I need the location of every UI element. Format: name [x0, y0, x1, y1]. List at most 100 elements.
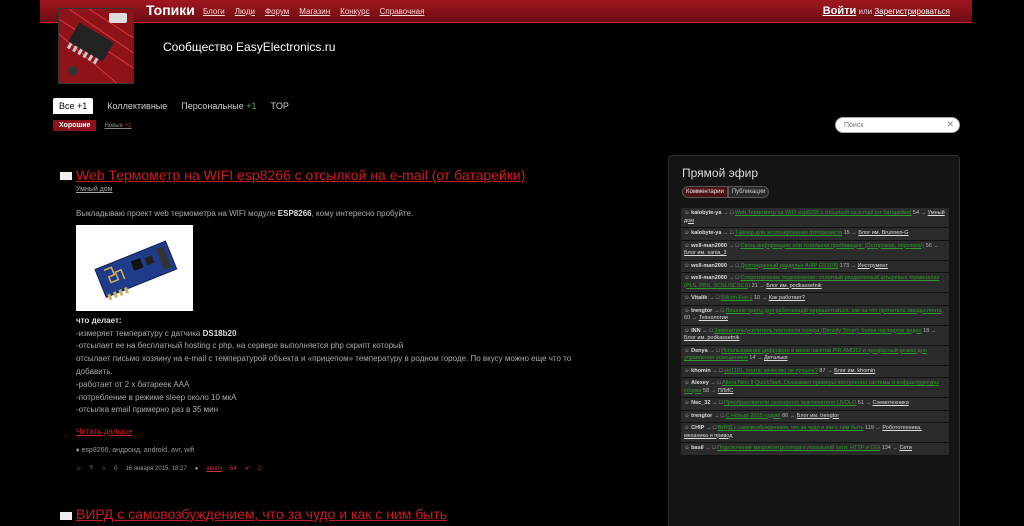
- feed-user[interactable]: Alexey: [691, 380, 709, 386]
- feed-blog[interactable]: Инструмент: [858, 263, 888, 269]
- tags-list[interactable]: esp8266, андроид, android, avr, wifi: [82, 447, 195, 454]
- post-author[interactable]: alexhi: [206, 466, 222, 472]
- favorite-icon[interactable]: ☆: [101, 465, 106, 472]
- comments-count[interactable]: 2: [258, 466, 261, 472]
- tab-all[interactable]: Все +1: [53, 98, 94, 114]
- feed-blog[interactable]: Детальки: [764, 355, 788, 361]
- tab-collective[interactable]: Коллективные: [107, 101, 167, 111]
- feed-topic[interactable]: Преобразователи сенсорного выключателя L…: [724, 400, 856, 406]
- feed-item[interactable]: ☺ basil → □ Подключение микроконтроллера…: [681, 443, 949, 456]
- subtab-new[interactable]: Новые +1: [104, 123, 131, 129]
- nav-forum[interactable]: Форум: [265, 7, 289, 16]
- nav-contest[interactable]: Конкурс: [340, 7, 369, 16]
- feed-topic[interactable]: Долгожданный раздельн A-8P GS1100: [740, 263, 838, 269]
- feed-blog[interactable]: Блог им. sania_3: [684, 250, 727, 256]
- feed-user[interactable]: kalobyte-ya: [691, 230, 721, 236]
- feed-blog[interactable]: Как работает?: [769, 295, 805, 301]
- feed-topic[interactable]: Связь информацию или тотальная пробиваци…: [740, 243, 924, 249]
- tab-publications[interactable]: Публикации: [727, 186, 770, 198]
- auth-or-text: или: [858, 7, 873, 16]
- post-intro-end: , кому интересно пробуйте.: [311, 209, 414, 218]
- search-clear-icon[interactable]: ✕: [946, 119, 954, 130]
- feed-topic[interactable]: Подключение микроконтроллера к локальной…: [717, 445, 880, 451]
- feed-item[interactable]: ☺ kalobyte-ya → □ Web Термометр на WIFI …: [681, 208, 949, 228]
- feed-topic[interactable]: Silicon Fun 1: [721, 295, 753, 301]
- feed-item[interactable]: ☺ Denya → □ Использование цифрового в ме…: [681, 345, 949, 366]
- post-title[interactable]: Web Термометр на WIFI esp8266 с отсылкой…: [76, 167, 525, 183]
- nav-shop[interactable]: Магазин: [299, 7, 330, 16]
- arrow-icon: → □: [712, 412, 726, 419]
- post-tags: ♦ esp8266, андроид, android, avr, wifi: [76, 447, 194, 454]
- feed-blog[interactable]: Блог им. khomin: [834, 368, 875, 374]
- feed-blog[interactable]: Блог им. podkassetnik: [684, 335, 739, 341]
- feed-topic[interactable]: ВИРД с самовозбуждением, что за чудо и к…: [718, 425, 864, 431]
- feed-blog[interactable]: ПЛИС: [718, 388, 734, 394]
- subtab-new-label: Новые: [104, 122, 123, 129]
- feed-user[interactable]: Vitalik: [691, 295, 707, 301]
- nav-brand-topics[interactable]: Топики: [146, 2, 195, 18]
- top-nav-bar: Топики Блоги Люди Форум Магазин Конкурс …: [40, 0, 972, 23]
- feed-user[interactable]: kalobyte-ya: [691, 210, 721, 216]
- feed-item[interactable]: ☺ INN → □ Заменитель/усилитель плотности…: [681, 325, 949, 346]
- search-input[interactable]: [844, 118, 944, 132]
- feed-item[interactable]: ☺ well-man2000 → □ Сопротивление подключ…: [681, 273, 949, 293]
- feed-item[interactable]: ☺ CHIP → □ ВИРД с самовозбуждением, что …: [681, 423, 949, 443]
- feed-item[interactable]: ☺ Nec_32 → □ Преобразователи сенсорного …: [681, 398, 949, 411]
- feed-topic[interactable]: Лишние приты для работающий перешептатьс…: [726, 308, 942, 314]
- tab-top[interactable]: TOP: [271, 101, 289, 111]
- feed-blog[interactable]: Технологии: [699, 315, 728, 321]
- feed-user[interactable]: Nec_32: [691, 400, 710, 406]
- feed-topic[interactable]: С Новым 2015 годом!: [726, 413, 781, 419]
- feed-item[interactable]: ☺ well-man2000 → □ Долгожданный раздельн…: [681, 260, 949, 273]
- feed-item[interactable]: ☺ Alexey → □ Altera Nios II QuickStart. …: [681, 378, 949, 398]
- login-link[interactable]: Войти: [823, 5, 857, 17]
- feed-user[interactable]: trengtor: [691, 308, 712, 314]
- feed-topic[interactable]: Использование цифрового в меню пакетов P…: [684, 348, 927, 362]
- feed-blog[interactable]: Схемотехника: [872, 400, 908, 406]
- feed-item[interactable]: ☺ Vitalik → □ Silicon Fun 1 10 → Как раб…: [681, 293, 949, 306]
- feed-user[interactable]: INN: [691, 328, 700, 334]
- nav-blogs[interactable]: Блоги: [203, 7, 225, 16]
- tab-personal-count: +1: [246, 101, 257, 111]
- arrow-icon: → □: [704, 425, 718, 431]
- esp8266-module-image[interactable]: [76, 224, 193, 311]
- feed-blog[interactable]: Блог им. trengtor: [797, 413, 839, 419]
- feed-user[interactable]: Denya: [691, 348, 708, 354]
- feed-item[interactable]: ☺ trengtor → □ Лишние приты для работающ…: [681, 305, 949, 326]
- nav-reference[interactable]: Справочная: [380, 7, 425, 16]
- feed-user[interactable]: well-man2000: [691, 275, 727, 281]
- feed-item[interactable]: ☺ kalobyte-ya → □ Таймер для экспонирова…: [681, 228, 949, 241]
- tab-personal[interactable]: Персональные +1: [181, 101, 256, 111]
- arrow-icon: →: [760, 295, 769, 301]
- feed-topic[interactable]: Web Термометр на WIFI esp8266 с отсылкой…: [735, 210, 912, 216]
- arrow-icon: → □: [708, 380, 723, 386]
- post2-title[interactable]: ВИРД с самовозбуждением, что за чудо и к…: [76, 506, 447, 522]
- subtab-good[interactable]: Хорошие: [53, 120, 97, 131]
- comments-icon[interactable]: ✔: [245, 465, 250, 472]
- vote-icon[interactable]: ☆: [76, 465, 81, 472]
- feed-user[interactable]: well-man2000: [691, 243, 727, 249]
- post-blog-link[interactable]: Умный дом: [76, 186, 113, 193]
- site-logo[interactable]: [58, 8, 134, 84]
- feed-user[interactable]: CHIP: [691, 425, 704, 431]
- arrow-icon: →: [709, 387, 718, 394]
- feed-blog[interactable]: Блог им. Brunnen-G: [858, 230, 908, 236]
- nav-people[interactable]: Люди: [235, 7, 255, 16]
- feed-topic[interactable]: Заменитель/усилитель плотности тонера (D…: [714, 328, 922, 334]
- feed-item[interactable]: ☺ well-man2000 → □ Связь информацию или …: [681, 240, 949, 261]
- feed-item[interactable]: ☺ trengtor → □ С Новым 2015 годом! 86 → …: [681, 410, 949, 423]
- line1-sensor: DS18b20: [202, 328, 237, 338]
- feed-item[interactable]: ☺ khomin → □ stc1101, плата: качество не…: [681, 365, 949, 378]
- feed-blog[interactable]: Блог им. podkassetnik: [766, 283, 821, 289]
- tab-comments[interactable]: Комментарии: [682, 186, 728, 198]
- feed-user[interactable]: khomin: [691, 368, 711, 374]
- feed-user[interactable]: trengtor: [691, 413, 712, 419]
- post-votes: 54: [230, 465, 237, 472]
- feed-topic[interactable]: stc1101, плата: качество не лучшее?: [724, 368, 818, 374]
- register-link[interactable]: Зарегистрироваться: [874, 7, 950, 16]
- read-more-link[interactable]: Читать дальше: [76, 427, 133, 436]
- feed-topic[interactable]: Таймер для экспонирования фоторезиста: [735, 230, 842, 236]
- feed-user[interactable]: well-man2000: [691, 263, 727, 269]
- feed-user[interactable]: basil: [691, 445, 704, 451]
- feed-blog[interactable]: Сети: [899, 445, 911, 451]
